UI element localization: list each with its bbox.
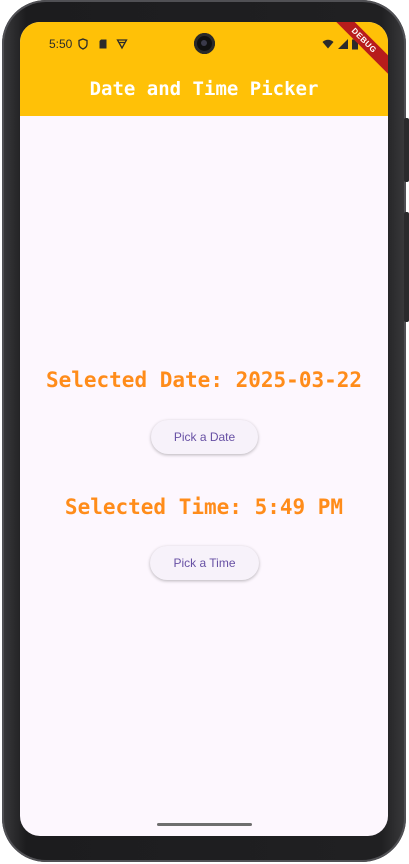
wifi-icon <box>322 39 334 49</box>
sd-card-icon <box>99 39 107 49</box>
volume-button <box>404 212 409 322</box>
app-screen: 5:50 DEBUG Date and Time Picker Selected… <box>20 22 388 836</box>
status-time: 5:50 <box>49 37 73 51</box>
page-title: Date and Time Picker <box>89 78 319 100</box>
shield-icon <box>78 38 88 50</box>
home-indicator[interactable] <box>157 823 252 826</box>
phone-frame: 5:50 DEBUG Date and Time Picker Selected… <box>2 0 409 862</box>
selected-time-text: Selected Time: 5:49 PM <box>64 495 344 519</box>
status-bar: 5:50 DEBUG <box>20 22 388 81</box>
app-bar: 5:50 DEBUG Date and Time Picker <box>20 22 388 116</box>
pick-time-button[interactable]: Pick a Time <box>150 546 259 580</box>
front-camera <box>194 33 215 54</box>
selected-date-text: Selected Date: 2025-03-22 <box>45 368 363 392</box>
download-icon <box>116 39 128 50</box>
power-button <box>404 118 409 182</box>
debug-banner: DEBUG <box>324 22 388 81</box>
signal-icon <box>338 39 348 49</box>
pick-date-button[interactable]: Pick a Date <box>151 420 258 454</box>
